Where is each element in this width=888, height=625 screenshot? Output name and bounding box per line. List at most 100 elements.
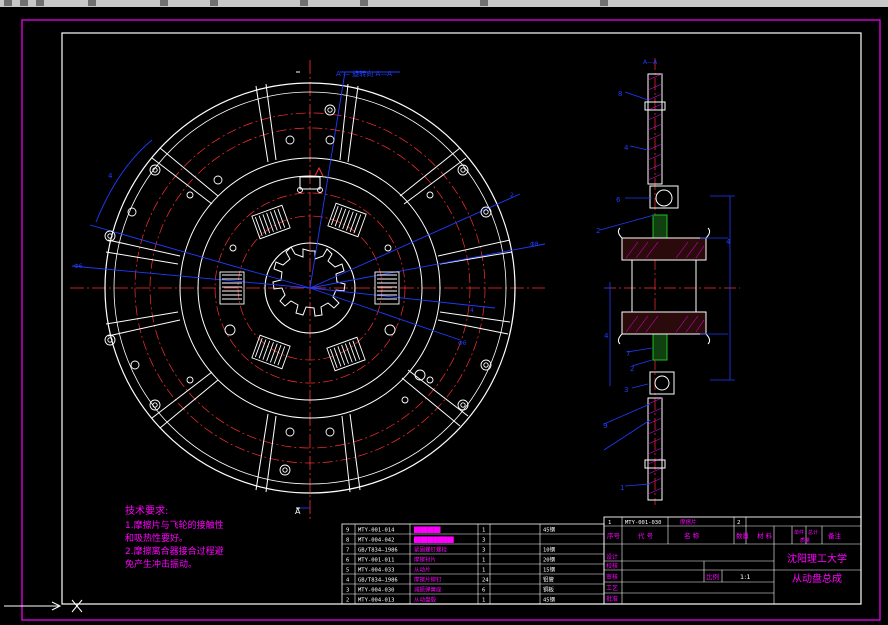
cad-toolbar	[0, 0, 888, 7]
sign-process: 工艺	[606, 584, 618, 592]
dim-side-2: 4	[604, 332, 609, 340]
tech-line-2: 和吸热性要好。	[125, 532, 188, 544]
bom-cell-no: 9	[346, 528, 349, 534]
title-row-name: 摩擦片	[680, 518, 697, 526]
hdr-remark: 备注	[828, 531, 842, 540]
bom-cell-no: 4	[346, 578, 350, 584]
bottom-section-marker: A	[295, 507, 301, 516]
bom-cell-no: 2	[346, 598, 349, 604]
front-view	[70, 60, 546, 520]
callout-2a: 2	[596, 227, 600, 235]
bom-cell-qty: 3	[482, 538, 485, 544]
hdr-name: 名 称	[684, 531, 700, 540]
bom-cell-name: 从动片	[414, 566, 431, 574]
bom-cell-name: ████████	[413, 526, 441, 534]
dim-label-3: 2	[510, 192, 514, 199]
bom-cell-code: MTY-004-030	[358, 588, 394, 594]
callout-8: 8	[618, 90, 622, 98]
dim-label-5: Φ6	[458, 340, 467, 347]
callout-9: 9	[603, 422, 607, 430]
bom-cell-mat: 铝管	[543, 576, 555, 584]
spline-bore	[272, 246, 346, 317]
callout-3: 3	[624, 386, 628, 394]
tech-title: 技术要求:	[125, 504, 168, 517]
drawing-viewport[interactable]: A — 旋转向 A—A A Φ6 Φ8 2 4 Φ6 4 A—A 8 4 6 2…	[0, 7, 888, 625]
lower-spring	[652, 331, 668, 361]
bom-cell-no: 5	[346, 568, 349, 574]
callout-1: 1	[620, 484, 624, 492]
scale-value: 1:1	[740, 573, 750, 581]
title-row-code: MTY-001-030	[625, 520, 661, 526]
bom-cell-no: 3	[346, 588, 349, 594]
top-section-marker: A — 旋转向 A—A	[336, 69, 392, 78]
radial-dimension-lines	[71, 71, 546, 509]
school-name: 沈阳理工大学	[787, 552, 847, 565]
section-view	[599, 58, 740, 505]
hdr-qty: 数量	[736, 531, 750, 540]
hdr-total: 总计	[808, 529, 818, 536]
undo-icon[interactable]	[160, 0, 168, 6]
callout-7: 7	[626, 350, 630, 358]
bom-cell-mat: 10钢	[543, 546, 556, 554]
dim-label-6: 4	[108, 172, 113, 180]
pan-icon[interactable]	[300, 0, 308, 6]
bom-cell-name: 从动盘毂	[414, 596, 437, 604]
bom-cell-code: MTY-004-013	[358, 598, 394, 604]
bom-cell-qty: 1	[482, 598, 485, 604]
bom-cell-code: MTY-004-042	[358, 538, 394, 544]
new-icon[interactable]	[4, 0, 12, 6]
bom-cell-code: GB/T834—1986	[358, 548, 398, 554]
bom-cell-mat: 20钢	[543, 556, 556, 564]
bom-cell-qty: 24	[482, 578, 489, 584]
bom-cell-mat: 45钢	[543, 526, 556, 534]
sign-check: 校核	[606, 562, 618, 570]
zoom-icon[interactable]	[360, 0, 368, 6]
bom-cell-no: 6	[346, 558, 349, 564]
hub-flange-top	[621, 237, 707, 261]
damper-spring-windows	[219, 202, 400, 372]
hdr-unit: 单件	[794, 529, 804, 536]
bom-cell-no: 7	[346, 548, 349, 554]
bom-cell-code: MTY-001-011	[358, 558, 394, 564]
bom-cell-name: ████████████	[413, 536, 454, 544]
hub-bore	[631, 259, 697, 313]
bom-cell-code: MTY-001-014	[358, 528, 395, 534]
bom-cell-name: 减振弹簧座	[414, 586, 442, 594]
hdr-no: 序号	[607, 531, 621, 540]
bom-cell-name: 紧固螺钉螺栓	[414, 546, 448, 554]
save-icon[interactable]	[36, 0, 44, 6]
callout-6: 6	[616, 196, 621, 204]
title-row-no: 1	[608, 520, 611, 526]
redo-icon[interactable]	[210, 0, 218, 6]
callout-4: 4	[624, 144, 629, 152]
hdr-mat: 材 料	[757, 531, 773, 540]
sign-design: 设计	[606, 553, 618, 561]
dim-label-4: 4	[470, 307, 474, 314]
bom-cell-name: 摩擦衬片	[414, 556, 436, 564]
dim-label-1: Φ6	[74, 263, 83, 270]
scale-label: 比例	[706, 572, 719, 581]
print-icon[interactable]	[88, 0, 96, 6]
ucs-icon	[4, 599, 83, 613]
tech-line-1: 1.摩擦片与飞轮的接触性	[125, 519, 224, 531]
bill-of-materials: 9 MTY-001-014 ████████ 1 45钢 8 MTY-004-042 ████…	[341, 523, 605, 605]
properties-icon[interactable]	[480, 0, 488, 6]
title-row-qty: 2	[737, 520, 741, 526]
layer-icon[interactable]	[600, 0, 608, 6]
dim-side-1: 4	[726, 238, 731, 246]
rivet-holes	[104, 104, 492, 476]
title-block: 1 MTY-001-030 摩擦片 2 序号 代 号 名 称 数量 材 料 单件…	[603, 516, 862, 605]
frame-border	[61, 32, 862, 605]
dim-label-2: Φ8	[530, 241, 539, 248]
bom-cell-qty: 3	[482, 548, 485, 554]
sign-review: 审核	[606, 573, 618, 581]
bom-cell-qty: 6	[482, 588, 485, 594]
sign-approve: 批准	[606, 595, 618, 603]
bom-cell-name: 摩擦片铆钉	[414, 576, 442, 584]
bom-cell-mat: 铜板	[543, 586, 555, 594]
hdr-mass: 质量	[800, 537, 810, 544]
bom-cell-mat: 15钢	[543, 566, 556, 574]
bom-cell-code: GB/T834—1986	[358, 578, 398, 584]
cad-drawing: A — 旋转向 A—A A Φ6 Φ8 2 4 Φ6 4 A—A 8 4 6 2…	[4, 19, 881, 621]
open-icon[interactable]	[20, 0, 28, 6]
